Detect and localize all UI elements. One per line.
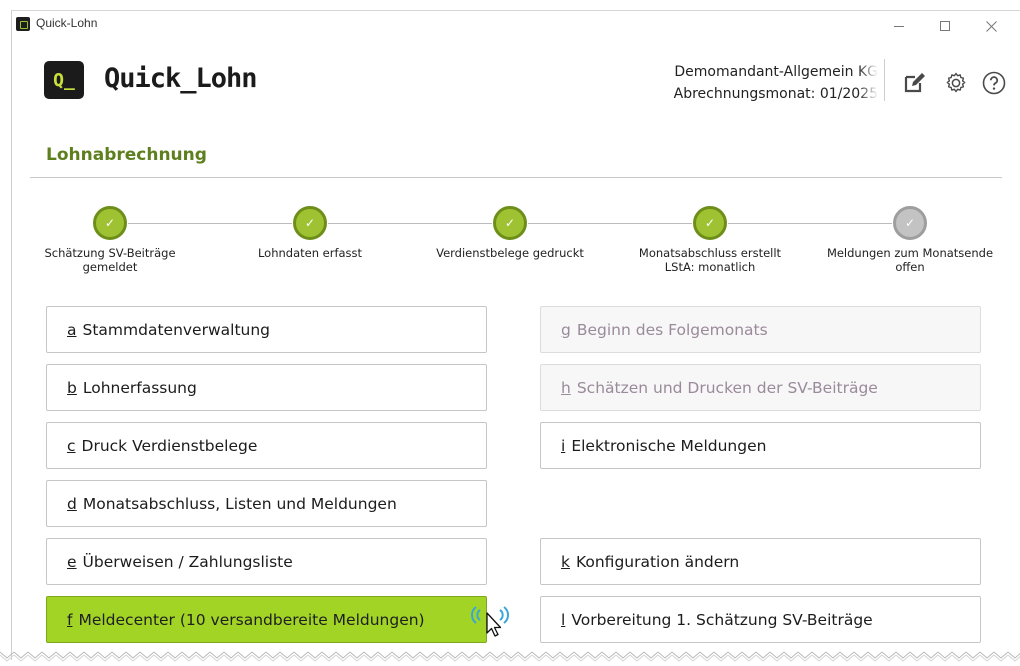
shortcut-key: f [67,610,73,629]
button-label: Überweisen / Zahlungsliste [82,552,293,571]
section-title: Lohnabrechnung [46,145,207,165]
step-label-line: Meldungen zum Monatsende [826,246,994,260]
header-divider [884,59,885,101]
billing-period: Abrechnungsmonat: 01/2025 [673,86,878,102]
button-label: Vorbereitung 1. Schätzung SV-Beiträge [571,610,873,629]
step-label-line: Lohndaten erfasst [257,246,363,260]
step-label-line: Verdienstbelege gedruckt [436,246,584,260]
step-4-indicator: ✓ [693,206,727,240]
menu-button-konfiguration[interactable]: k Konfiguration ändern [540,538,981,585]
shortcut-key: b [67,378,77,397]
client-info: Demomandant-Allgemein KG Abrechnungsmona… [578,61,878,105]
client-name: Demomandant-Allgemein KG [674,64,878,80]
menu-button-schaetzen-drucken[interactable]: h Schätzen und Drucken der SV-Beiträge [540,364,981,411]
app-icon [16,17,30,31]
button-label: Beginn des Folgemonats [576,320,768,339]
close-icon [985,20,997,32]
app-window: Quick-Lohn Q_ Quick_Lohn Demomandant-All… [12,10,1020,660]
check-icon: ✓ [704,216,716,230]
step-connector [128,223,292,224]
gear-icon [946,72,966,93]
button-label: Elektronische Meldungen [571,436,767,455]
step-label-line: LStA: monatlich [664,260,756,274]
brand-name: Quick_Lohn [104,63,258,94]
step-1-label: Schätzung SV-Beiträge gemeldet [20,246,200,274]
menu-button-monatsabschluss[interactable]: d Monatsabschluss, Listen und Meldungen [46,480,487,527]
settings-button[interactable] [944,71,968,95]
menu-button-lohnerfassung[interactable]: b Lohnerfassung [46,364,487,411]
button-label: Lohnerfassung [82,378,197,397]
title-bar: Quick-Lohn [12,11,1020,41]
button-label: Druck Verdienstbelege [81,436,258,455]
step-2-label: Lohndaten erfasst [220,246,400,260]
step-4-label: Monatsabschluss erstellt LStA: monatlich [620,246,800,274]
step-3-label: Verdienstbelege gedruckt [420,246,600,260]
step-label-line: gemeldet [82,260,138,274]
brand-logo: Q_ [44,61,84,99]
menu-button-meldecenter[interactable]: f Meldecenter (10 versandbereite Meldung… [46,596,487,643]
maximize-icon [940,21,950,31]
button-label: Monatsabschluss, Listen und Meldungen [82,494,397,513]
section-divider [30,177,1002,178]
step-2-indicator: ✓ [293,206,327,240]
maximize-button[interactable] [922,11,968,41]
step-1-indicator: ✓ [93,206,127,240]
button-label: Schätzen und Drucken der SV-Beiträge [576,378,878,397]
progress-stepper: ✓ ✓ ✓ ✓ ✓ Schätzung SV-Beiträge gemeldet… [12,191,1020,291]
shortcut-key: h [561,378,571,397]
edit-button[interactable] [902,71,926,95]
torn-edge [0,646,1020,666]
check-icon: ✓ [304,216,316,230]
step-label-line: Monatsabschluss erstellt [638,246,782,260]
shortcut-key: c [67,436,76,455]
text-fade [858,61,878,105]
shortcut-key: k [561,552,570,571]
help-button[interactable] [982,71,1006,95]
button-label: Meldecenter (10 versandbereite Meldungen… [78,610,425,629]
shortcut-key: i [561,436,566,455]
help-icon [982,71,1006,95]
step-5-label: Meldungen zum Monatsende offen [820,246,1000,274]
close-button[interactable] [968,11,1014,41]
minimize-icon [894,25,904,27]
step-5-indicator: ✓ [893,206,927,240]
window-title: Quick-Lohn [36,16,98,30]
step-connector [728,223,892,224]
menu-button-ueberweisen[interactable]: e Überweisen / Zahlungsliste [46,538,487,585]
check-icon: ✓ [104,216,116,230]
minimize-button[interactable] [876,11,922,41]
check-icon: ✓ [504,216,516,230]
menu-button-vorbereitung-schaetzung[interactable]: l Vorbereitung 1. Schätzung SV-Beiträge [540,596,981,643]
menu-button-elektronische-meldungen[interactable]: i Elektronische Meldungen [540,422,981,469]
step-connector [328,223,492,224]
menu-button-stammdaten[interactable]: a Stammdatenverwaltung [46,306,487,353]
step-3-indicator: ✓ [493,206,527,240]
shortcut-key: e [67,552,77,571]
step-label-line: offen [895,260,925,274]
shortcut-key: a [67,320,77,339]
menu-button-beginn-folgemonat[interactable]: g Beginn des Folgemonats [540,306,981,353]
check-icon: ✓ [904,216,916,230]
app-header: Q_ Quick_Lohn Demomandant-Allgemein KG A… [12,41,1020,111]
shortcut-key: g [561,320,571,339]
edit-icon [904,73,925,93]
button-label: Konfiguration ändern [575,552,740,571]
step-label-line: Schätzung SV-Beiträge [44,246,176,260]
menu-button-druck-verdienstbelege[interactable]: c Druck Verdienstbelege [46,422,487,469]
button-label: Stammdatenverwaltung [82,320,271,339]
step-connector [528,223,692,224]
mouse-cursor-icon [471,606,509,637]
shortcut-key: l [561,610,566,629]
shortcut-key: d [67,494,77,513]
